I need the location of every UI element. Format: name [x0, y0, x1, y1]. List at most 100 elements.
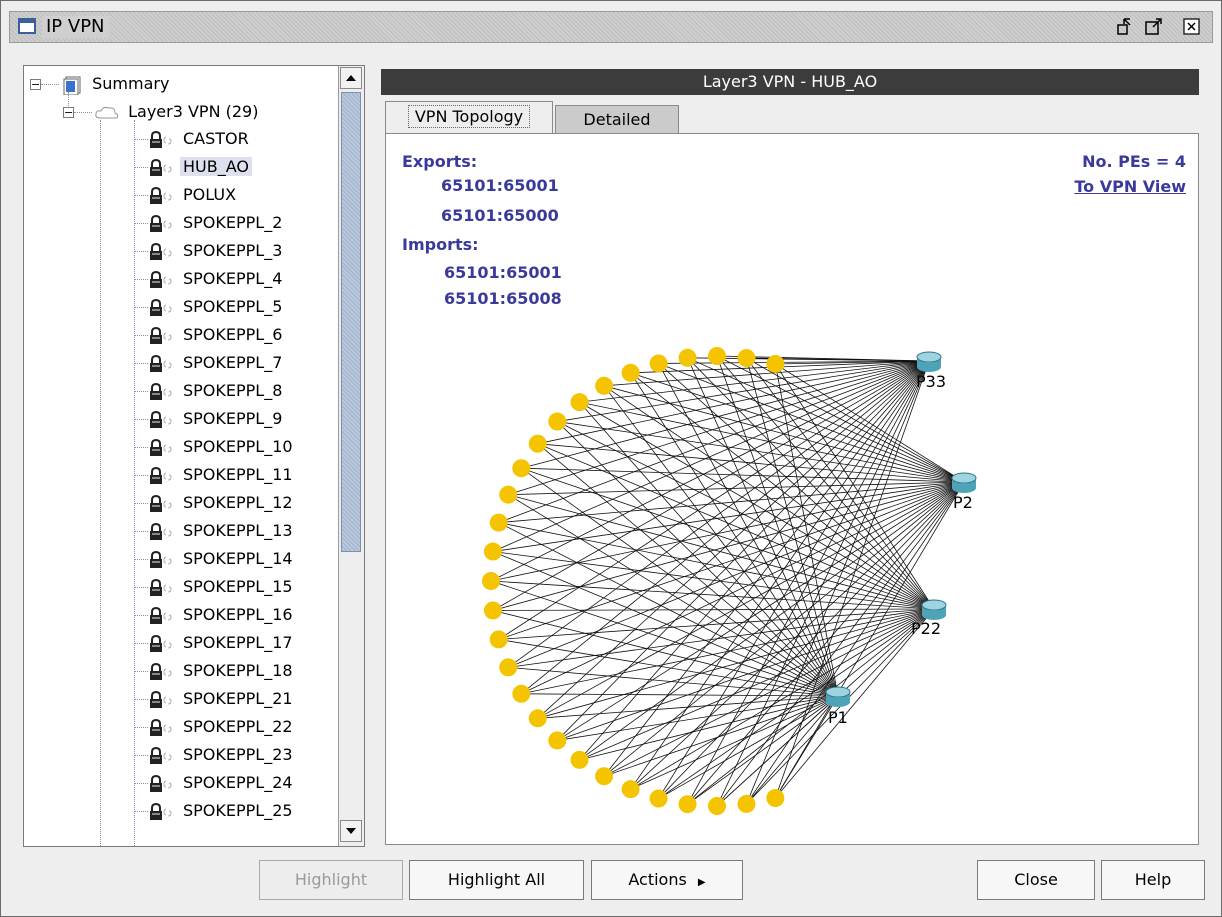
vpn-site-node[interactable] [737, 349, 756, 368]
tree-item-vpn[interactable]: SPOKEPPL_16 [148, 602, 296, 628]
tree-scrollbar[interactable] [338, 66, 364, 846]
to-vpn-view-link[interactable]: To VPN View [1074, 177, 1186, 196]
highlight-button[interactable]: Highlight [259, 860, 403, 900]
scrollbar-thumb[interactable] [341, 92, 361, 552]
tree-item-vpn[interactable]: SPOKEPPL_15 [148, 574, 296, 600]
lock-icon [150, 746, 172, 764]
vpn-site-node[interactable] [737, 794, 756, 813]
tree-item-vpn[interactable]: SPOKEPPL_11 [148, 462, 296, 488]
tree-item-vpn[interactable]: SPOKEPPL_24 [148, 770, 296, 796]
close-button[interactable]: Close [977, 860, 1095, 900]
lock-icon [150, 494, 172, 512]
vpn-site-node[interactable] [621, 780, 640, 799]
tree-item-vpn[interactable]: SPOKEPPL_5 [148, 294, 285, 320]
tree-item-vpn[interactable]: SPOKEPPL_8 [148, 378, 285, 404]
tree-item-vpn[interactable]: CASTOR [148, 126, 252, 152]
lock-icon [150, 718, 172, 736]
tree-item-vpn[interactable]: SPOKEPPL_10 [148, 434, 296, 460]
vpn-site-node[interactable] [489, 630, 508, 649]
vpn-site-node[interactable] [649, 789, 668, 808]
lock-icon [150, 242, 172, 260]
vpn-site-node[interactable] [621, 363, 640, 382]
vpn-site-node[interactable] [548, 731, 567, 750]
tab-vpn-topology[interactable]: VPN Topology [385, 101, 553, 133]
tree-item-vpn[interactable]: SPOKEPPL_2 [148, 210, 285, 236]
tree-item-vpn[interactable]: POLUX [148, 182, 239, 208]
vpn-site-node[interactable] [548, 412, 567, 431]
exports-label: Exports: [402, 152, 478, 171]
restore-icon[interactable] [1116, 17, 1136, 37]
tree-item-vpn[interactable]: SPOKEPPL_6 [148, 322, 285, 348]
tree-item-vpn[interactable]: SPOKEPPL_13 [148, 518, 296, 544]
vpn-site-node[interactable] [570, 750, 589, 769]
pe-router-node[interactable]: P2 [951, 472, 977, 512]
vpn-site-node[interactable] [766, 789, 785, 808]
vpn-site-node[interactable] [489, 513, 508, 532]
tree-item-vpn[interactable]: SPOKEPPL_18 [148, 658, 296, 684]
vpn-site-node[interactable] [512, 459, 531, 478]
tree-item-vpn[interactable]: HUB_AO [148, 154, 252, 180]
pe-router-label: P22 [911, 619, 941, 638]
pe-router-node[interactable]: P33 [916, 351, 946, 391]
vpn-site-node[interactable] [595, 767, 614, 786]
summary-icon [63, 76, 81, 95]
tree-item-vpn[interactable]: SPOKEPPL_22 [148, 714, 296, 740]
vpn-site-node[interactable] [499, 658, 518, 677]
lock-icon [150, 690, 172, 708]
pe-router-label: P33 [916, 372, 946, 391]
collapse-layer3-toggle[interactable]: − [63, 107, 74, 118]
vpn-site-node[interactable] [708, 347, 727, 366]
vpn-site-node[interactable] [528, 434, 547, 453]
vpn-site-node[interactable] [483, 601, 502, 620]
lock-icon [150, 774, 172, 792]
vpn-site-node[interactable] [512, 684, 531, 703]
window-icon [18, 18, 36, 34]
lock-icon [150, 270, 172, 288]
vpn-site-node[interactable] [678, 348, 697, 367]
title-bar[interactable]: IP VPN [9, 11, 1213, 43]
vpn-site-node[interactable] [678, 795, 697, 814]
lock-icon [150, 326, 172, 344]
vpn-site-node[interactable] [649, 354, 668, 373]
vpn-detail-header: Layer3 VPN - HUB_AO [381, 69, 1199, 95]
window-title: IP VPN [42, 16, 109, 38]
tree-item-vpn[interactable]: SPOKEPPL_14 [148, 546, 296, 572]
tree-item-vpn[interactable]: SPOKEPPL_21 [148, 686, 296, 712]
scroll-up-button[interactable] [340, 67, 362, 89]
lock-icon [150, 382, 172, 400]
help-button[interactable]: Help [1101, 860, 1205, 900]
tree-item-vpn[interactable]: SPOKEPPL_17 [148, 630, 296, 656]
tree-item-vpn[interactable]: SPOKEPPL_7 [148, 350, 285, 376]
collapse-summary-toggle[interactable]: − [30, 79, 41, 90]
lock-icon [150, 522, 172, 540]
lock-icon [150, 354, 172, 372]
vpn-site-node[interactable] [595, 376, 614, 395]
maximize-icon[interactable] [1144, 17, 1164, 37]
actions-button[interactable]: Actions ▶ [591, 860, 743, 900]
vpn-site-node[interactable] [766, 354, 785, 373]
vpn-tree: − Summary − Layer3 VPN (29) CASTOR HUB_A… [24, 66, 338, 846]
tree-item-vpn[interactable]: SPOKEPPL_25 [148, 798, 296, 824]
vpn-site-node[interactable] [570, 393, 589, 412]
lock-icon [150, 130, 172, 148]
vpn-site-node[interactable] [528, 709, 547, 728]
tree-item-vpn[interactable]: SPOKEPPL_3 [148, 238, 285, 264]
tree-item-vpn[interactable]: SPOKEPPL_12 [148, 490, 296, 516]
vpn-site-node[interactable] [499, 485, 518, 504]
lock-icon [150, 662, 172, 680]
close-icon[interactable] [1182, 17, 1202, 37]
lock-icon [150, 466, 172, 484]
vpn-site-node[interactable] [708, 796, 727, 815]
menu-arrow-icon: ▶ [697, 877, 706, 888]
tree-item-vpn[interactable]: SPOKEPPL_9 [148, 406, 285, 432]
tree-item-summary[interactable]: Summary [62, 71, 172, 97]
tree-item-layer3-vpn[interactable]: Layer3 VPN (29) [94, 99, 261, 125]
tab-detailed[interactable]: Detailed [555, 105, 679, 133]
pe-router-label: P1 [828, 708, 848, 727]
vpn-site-node[interactable] [483, 542, 502, 561]
tree-item-vpn[interactable]: SPOKEPPL_23 [148, 742, 296, 768]
vpn-site-node[interactable] [482, 572, 500, 590]
scroll-down-button[interactable] [340, 820, 362, 842]
tree-item-vpn[interactable]: SPOKEPPL_4 [148, 266, 285, 292]
highlight-all-button[interactable]: Highlight All [409, 860, 584, 900]
